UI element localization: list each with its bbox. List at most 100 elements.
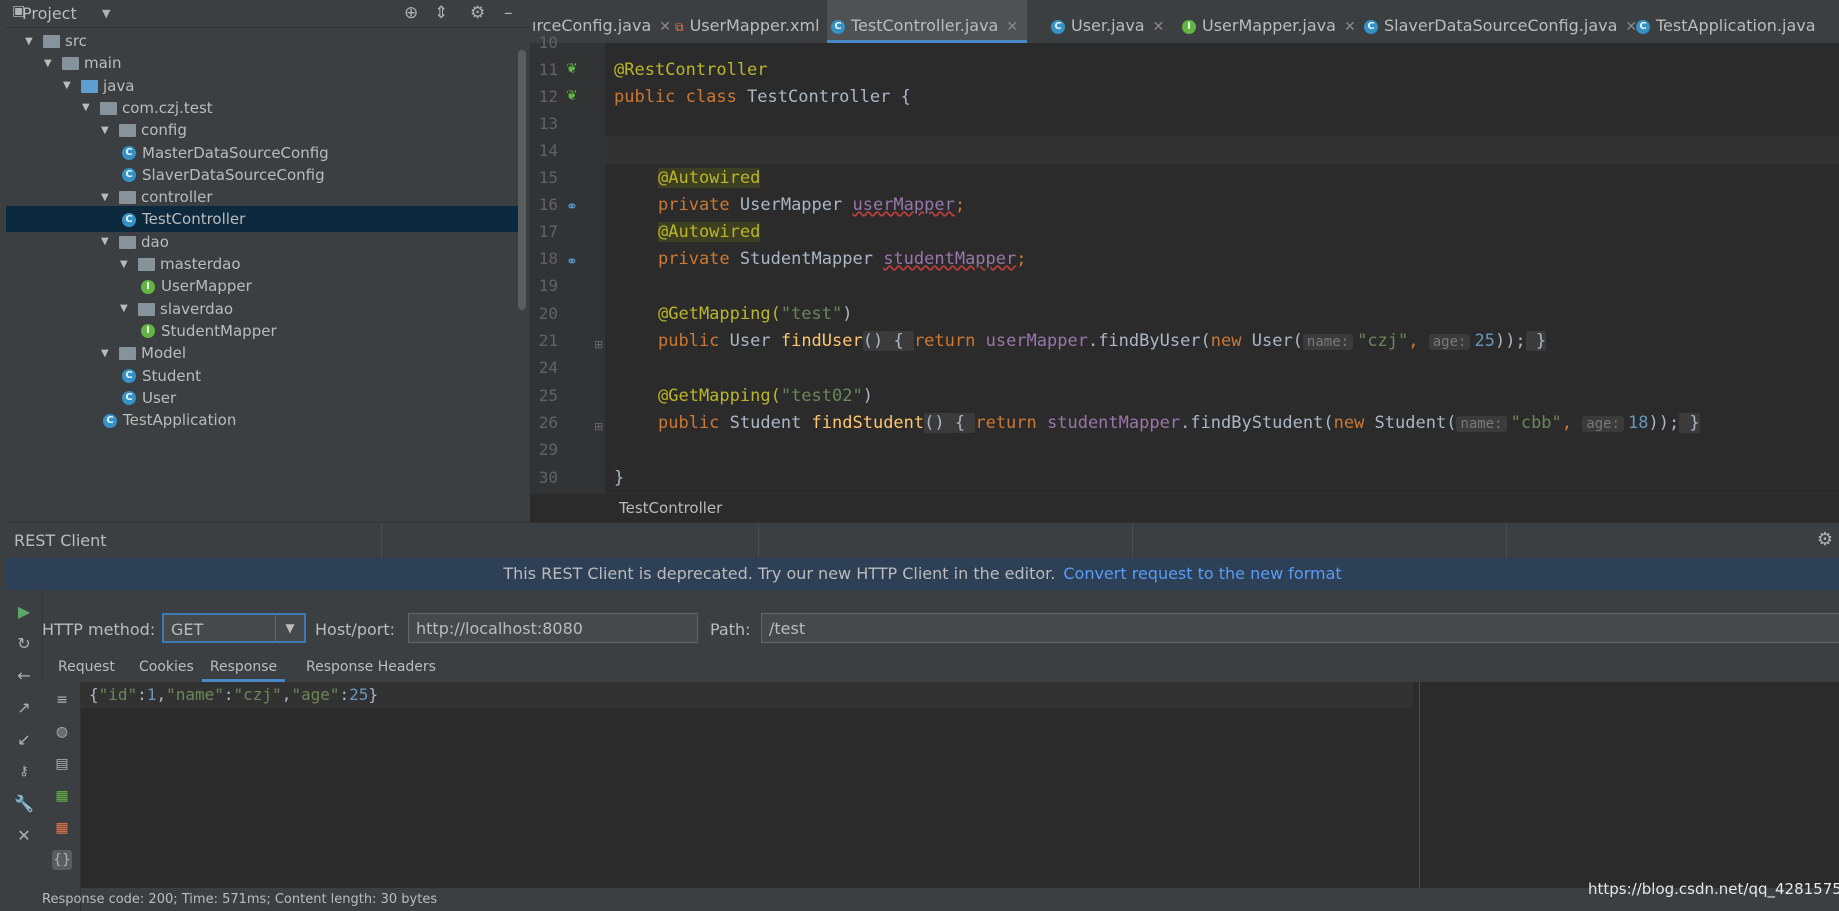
line-number: 10 [538,33,558,52]
tab-request[interactable]: Request [58,652,115,682]
line-number: 17 [538,222,558,241]
tree-item-label: main [84,54,122,73]
call-text: .findByStudent( [1180,413,1334,433]
response-status-text: Response code: 200; Time: 571ms; Content… [42,892,438,907]
soft-wrap-icon[interactable]: ≡ [52,690,72,710]
http-method-select[interactable]: GET ▼ [162,613,306,643]
tab-label: TestApplication.java [1656,16,1816,35]
punct-text: () [862,331,894,351]
fold-icon[interactable]: ⊞ [594,420,612,438]
refresh-icon[interactable]: ↻ [14,634,34,654]
globe-icon[interactable]: ◍ [52,722,72,742]
tab-response-headers[interactable]: Response Headers [306,652,436,682]
document-icon[interactable]: ▤ [52,754,72,774]
run-icon[interactable]: ▶ [14,602,34,622]
tab-slaverdatasourceconfig[interactable]: C SlaverDataSourceConfig.java ✕ [1364,0,1637,43]
tab-user[interactable]: C User.java ✕ [1051,0,1191,43]
locate-icon[interactable]: ⊕ [404,3,418,23]
response-body-area[interactable]: {"id":1,"name":"czj","age":25} [81,682,1839,888]
breadcrumb-item[interactable]: TestController [619,499,722,517]
header-divider [1506,523,1507,559]
keyword-text: public [658,331,730,351]
class-icon: C [1364,19,1378,34]
response-divider [1419,682,1420,888]
tab-testapplication[interactable]: C TestApplication.java [1636,0,1836,43]
hide-icon[interactable]: – [504,3,513,23]
punct-text: ) [862,386,873,406]
path-input[interactable]: /test [761,613,1839,643]
close-icon[interactable]: ✕ [1006,19,1018,35]
punct-text: } [614,468,625,488]
path-value: /test [769,619,806,638]
project-title[interactable]: Project [22,4,77,23]
line-number: 13 [538,114,558,133]
autowired-bean-icon[interactable]: ⚭ [566,199,584,217]
xml-icon[interactable]: ▦ [52,818,72,838]
rest-client-header: REST Client ⚙ [6,522,1839,560]
package-icon [119,191,136,205]
tab-response[interactable]: Response [202,652,285,682]
fold-brace[interactable]: { [954,413,976,433]
fold-brace[interactable]: } [1679,413,1700,433]
punct-text: ; [954,195,966,215]
field-text: userMapper [985,331,1088,351]
tab-usermapper-xml[interactable]: ⧉UserMapper.xml✕ [675,0,839,43]
close-icon[interactable]: ✕ [1153,19,1165,35]
call-text: .findByUser( [1087,331,1211,351]
code-line-26: public Student findStudent() { return st… [658,410,1700,437]
code-editor[interactable]: 10 11 12 13 14 15 16 17 18 19 20 21 24 25 26 29 30 ❦ ❦ ⚭… [530,33,1839,493]
number-text: 25 [1474,331,1495,351]
field-text: userMapper [852,195,955,215]
line-number: 24 [538,358,558,377]
line-number: 30 [538,468,558,487]
project-scrollbar[interactable] [518,50,526,310]
json-string: "czj" [233,685,282,704]
fold-brace[interactable]: { [893,331,914,351]
class-name-text: TestController { [747,87,911,107]
host-port-input[interactable]: http://localhost:8080 [408,613,698,643]
bean-run-icon[interactable]: ❦ [566,88,584,106]
fold-brace[interactable]: } [1525,331,1547,351]
tree-item-label: slaverdao [160,299,234,318]
line-number: 18 [538,249,558,268]
collapse-all-icon[interactable]: ⇕ [434,3,448,23]
bean-icon[interactable]: ❦ [566,61,584,79]
json-number: 25 [349,685,369,704]
annotation-text: @Autowired [658,168,761,188]
package-icon [138,302,155,316]
fold-icon[interactable]: ⊞ [594,338,612,356]
html-icon[interactable]: ▦ [52,786,72,806]
close-icon[interactable]: ✕ [14,826,34,846]
tree-item-label: TestApplication [123,411,237,430]
chevron-down-icon[interactable]: ▼ [275,615,304,641]
line-number: 12 [538,87,558,106]
annotation-text: @GetMapping( [658,386,781,406]
param-hint: age: [1582,416,1624,432]
tab-cookies[interactable]: Cookies [139,652,194,682]
caret-row-highlight [605,136,1839,164]
key-icon[interactable]: ⚷ [14,762,34,782]
app-class-icon: C [103,413,117,428]
import-icon[interactable]: ↙ [14,730,34,750]
autowired-bean-icon[interactable]: ⚭ [566,254,584,272]
close-icon[interactable]: ✕ [659,19,671,35]
tab-usermapper-java[interactable]: I UserMapper.java ✕ [1182,0,1362,43]
param-hint: name: [1456,416,1507,432]
export-icon[interactable]: ↗ [14,698,34,718]
json-icon[interactable]: {} [52,850,72,870]
back-icon[interactable]: ← [14,666,34,686]
tab-testcontroller[interactable]: C TestController.java ✕ [827,0,1027,43]
tree-item[interactable]: C TestApplication [6,407,520,433]
code-line-18: private StudentMapper studentMapper; [658,246,1027,273]
tree-item-label: masterdao [160,255,241,273]
interface-icon: I [141,324,155,339]
string-text: "cbb" [1510,413,1562,433]
chevron-down-icon[interactable]: ▼ [102,7,110,20]
gear-icon[interactable]: ⚙ [1817,529,1833,550]
wrench-icon[interactable]: 🔧 [14,794,34,814]
close-icon[interactable]: ✕ [1344,19,1356,35]
line-number: 16 [538,195,558,214]
convert-request-link[interactable]: Convert request to the new format [1063,564,1341,583]
gear-icon[interactable]: ⚙ [470,3,485,23]
host-port-value: http://localhost:8080 [416,619,583,638]
